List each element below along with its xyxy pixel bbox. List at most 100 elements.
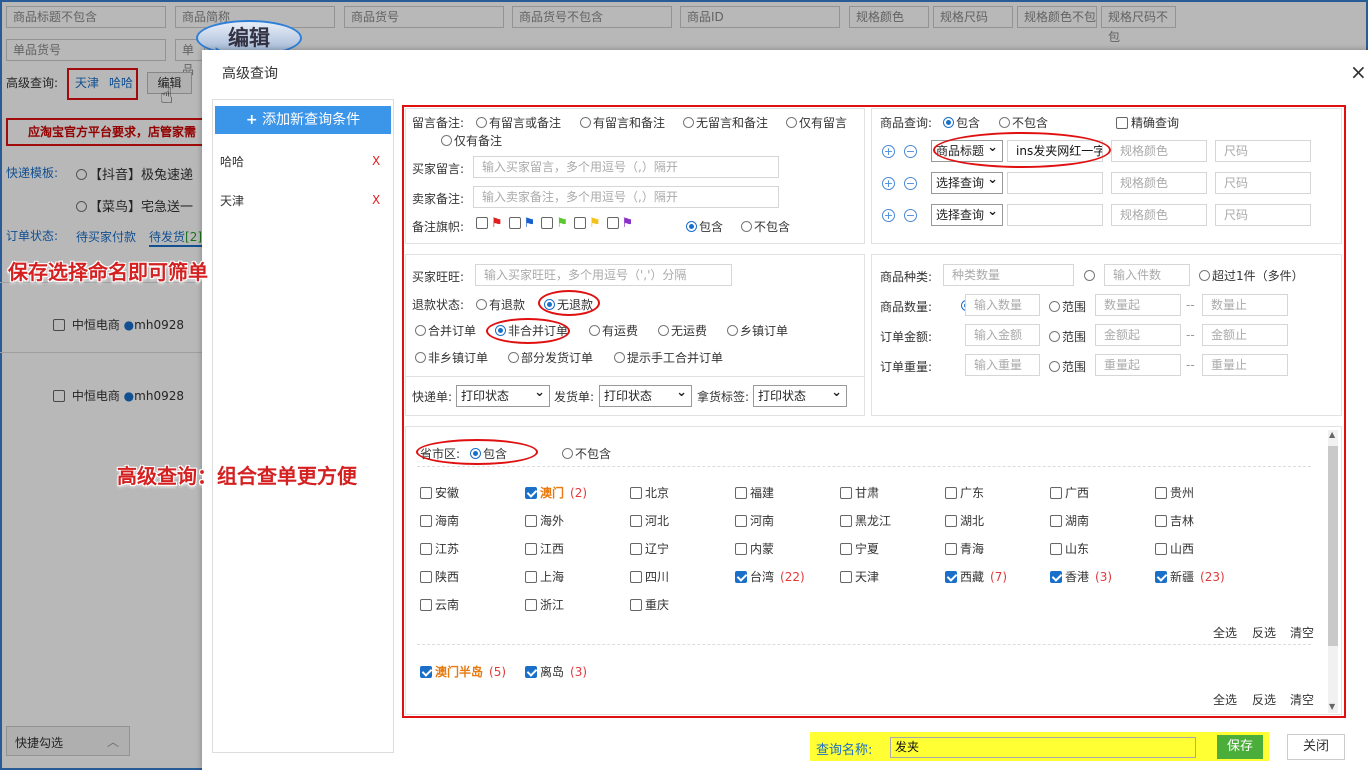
select-all-link[interactable]: 全选 [1213, 691, 1237, 708]
other-option[interactable]: 非乡镇订单 [415, 349, 488, 366]
invert-link[interactable]: 反选 [1252, 624, 1276, 641]
count-input[interactable]: 输入件数 [1104, 264, 1190, 286]
province-checkbox[interactable]: 西藏 (7) [945, 568, 1007, 585]
province-checkbox[interactable]: 海外 [525, 512, 564, 529]
product-value-input[interactable] [1007, 172, 1103, 194]
remove-row-icon[interactable]: − [904, 145, 917, 158]
province-checkbox[interactable]: 四川 [630, 568, 669, 585]
flag-exclude[interactable]: 不包含 [741, 218, 790, 235]
province-checkbox[interactable]: 安徽 [420, 484, 459, 501]
region-exclude[interactable]: 不包含 [562, 445, 611, 462]
weight-from-input[interactable]: 重量起 [1095, 354, 1181, 376]
remove-row-icon[interactable]: − [904, 177, 917, 190]
province-checkbox[interactable]: 黑龙江 [840, 512, 891, 529]
province-checkbox[interactable]: 山西 [1155, 540, 1194, 557]
size-input[interactable]: 尺码 [1215, 140, 1311, 162]
pick-select[interactable]: 打印状态 [753, 383, 847, 407]
other-option[interactable]: 部分发货订单 [508, 349, 593, 366]
radio-icon[interactable] [1084, 270, 1095, 281]
close-button[interactable]: 关闭 [1287, 734, 1345, 760]
province-checkbox[interactable]: 上海 [525, 568, 564, 585]
province-checkbox[interactable]: 河北 [630, 512, 669, 529]
weight-to-input[interactable]: 重量止 [1202, 354, 1288, 376]
flag-option[interactable]: ⚑ [606, 216, 633, 231]
flag-include[interactable]: 包含 [686, 218, 723, 235]
query-item-haha[interactable]: 哈哈 [220, 153, 244, 170]
province-checkbox[interactable]: 河南 [735, 512, 774, 529]
province-checkbox[interactable]: 北京 [630, 484, 669, 501]
province-checkbox[interactable]: 山东 [1050, 540, 1089, 557]
province-checkbox[interactable]: 海南 [420, 512, 459, 529]
memo-option[interactable]: 仅有留言 [786, 114, 864, 132]
qty-to-input[interactable]: 数量止 [1202, 294, 1288, 316]
product-field-select[interactable]: 选择查询 [931, 170, 1003, 194]
province-checkbox[interactable]: 天津 [840, 568, 879, 585]
product-include[interactable]: 包含 [943, 114, 980, 131]
province-checkbox[interactable]: 云南 [420, 596, 459, 613]
over-one-option[interactable]: 超过1件（多件） [1199, 267, 1304, 284]
province-checkbox[interactable]: 江苏 [420, 540, 459, 557]
add-query-button[interactable]: + 添加新查询条件 [215, 106, 391, 134]
scroll-down-icon[interactable]: ▼ [1329, 702, 1335, 711]
add-row-icon[interactable]: + [882, 209, 895, 222]
province-checkbox[interactable]: 甘肃 [840, 484, 879, 501]
color-input[interactable]: 规格颜色 [1111, 172, 1207, 194]
weight-range[interactable]: 范围 [1049, 358, 1086, 375]
province-checkbox[interactable]: 台湾 (22) [735, 568, 805, 585]
province-checkbox[interactable]: 江西 [525, 540, 564, 557]
close-icon[interactable]: × [1350, 60, 1367, 84]
weight-input[interactable]: 输入重量 [965, 354, 1040, 376]
amount-range[interactable]: 范围 [1049, 328, 1086, 345]
size-input[interactable]: 尺码 [1215, 172, 1311, 194]
province-checkbox[interactable]: 陕西 [420, 568, 459, 585]
amount-from-input[interactable]: 金额起 [1095, 324, 1181, 346]
memo-option[interactable]: 有留言或备注 [476, 114, 561, 131]
color-input[interactable]: 规格颜色 [1111, 204, 1207, 226]
refund-option[interactable]: 有退款 [476, 296, 525, 313]
province-checkbox[interactable]: 广西 [1050, 484, 1089, 501]
express-select[interactable]: 打印状态 [456, 383, 550, 407]
invert-link[interactable]: 反选 [1252, 691, 1276, 708]
memo-option[interactable]: 无留言和备注 [683, 114, 768, 131]
province-checkbox[interactable]: 福建 [735, 484, 774, 501]
amount-to-input[interactable]: 金额止 [1202, 324, 1288, 346]
save-button[interactable]: 保存 [1217, 735, 1263, 759]
wangwang-input[interactable]: 输入买家旺旺，多个用逗号（','）分隔 [475, 264, 732, 286]
product-field-select[interactable]: 选择查询 [931, 202, 1003, 226]
add-row-icon[interactable]: + [882, 177, 895, 190]
product-value-input[interactable] [1007, 204, 1103, 226]
product-exclude[interactable]: 不包含 [999, 114, 1048, 131]
merge-option[interactable]: 有运费 [589, 322, 638, 339]
add-row-icon[interactable]: + [882, 145, 895, 158]
province-checkbox[interactable]: 贵州 [1155, 484, 1194, 501]
query-name-input[interactable]: 发夹 [890, 737, 1196, 758]
province-checkbox[interactable]: 浙江 [525, 596, 564, 613]
province-checkbox[interactable]: 宁夏 [840, 540, 879, 557]
scrollbar-thumb[interactable] [1328, 446, 1338, 646]
select-all-link[interactable]: 全选 [1213, 624, 1237, 641]
province-checkbox[interactable]: 辽宁 [630, 540, 669, 557]
buyer-memo-input[interactable]: 输入买家留言，多个用逗号（,）隔开 [473, 156, 779, 178]
province-checkbox[interactable]: 重庆 [630, 596, 669, 613]
color-input[interactable]: 规格颜色 [1111, 140, 1207, 162]
other-option[interactable]: 提示手工合并订单 [614, 349, 723, 366]
flag-option[interactable]: ⚑ [573, 216, 601, 231]
seller-memo-input[interactable]: 输入卖家备注，多个用逗号（,）隔开 [473, 186, 779, 208]
province-checkbox[interactable]: 新疆 (23) [1155, 568, 1225, 585]
province-checkbox[interactable]: 湖北 [945, 512, 984, 529]
flag-option[interactable]: ⚑ [476, 216, 503, 231]
province-checkbox[interactable]: 青海 [945, 540, 984, 557]
province-checkbox[interactable]: 香港 (3) [1050, 568, 1112, 585]
delete-query-icon[interactable]: X [372, 154, 380, 168]
province-checkbox[interactable]: 吉林 [1155, 512, 1194, 529]
scroll-up-icon[interactable]: ▲ [1329, 430, 1335, 439]
qty-input[interactable]: 输入数量 [965, 294, 1040, 316]
amount-input[interactable]: 输入金额 [965, 324, 1040, 346]
clear-link[interactable]: 清空 [1290, 624, 1314, 641]
subregion-checkbox[interactable]: 澳门半岛 (5) [420, 663, 506, 680]
merge-option[interactable]: 合并订单 [415, 322, 476, 339]
merge-option[interactable]: 无运费 [658, 322, 707, 339]
kind-input[interactable]: 种类数量 [943, 264, 1074, 286]
exact-query-checkbox[interactable]: 精确查询 [1116, 114, 1179, 131]
qty-range[interactable]: 范围 [1049, 298, 1086, 315]
